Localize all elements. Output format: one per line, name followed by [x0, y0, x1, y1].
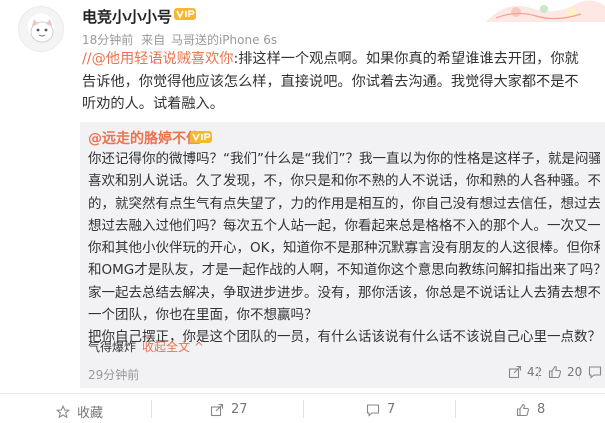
divider — [538, 366, 539, 380]
comment-icon — [366, 403, 380, 417]
quoted-line: 一个团队，你也在里面，你不想赢吗？ — [88, 307, 318, 324]
post-body: //@他用轻语说贼喜欢你:排这样一个观点啊。如果你真的希望谁谁去开团，你就 告诉… — [82, 48, 592, 116]
favorite-button[interactable]: 收藏 — [56, 402, 103, 421]
divider — [455, 400, 456, 418]
vip-badge-icon — [190, 131, 212, 143]
comment-icon — [588, 366, 602, 379]
quoted-like-count: 20 — [567, 365, 583, 379]
action-bar: 收藏 27 7 8 — [0, 394, 605, 423]
mention-link[interactable]: @他用轻语说贼喜欢你 — [92, 51, 234, 67]
quoted-line: 喜欢和别人说话。久了发现，不，你只是和你不熟的人不说话，你和熟的人各种骚。不知怎… — [88, 173, 600, 190]
quoted-footer: 气得爆炸 收起全文 ^ — [88, 338, 204, 355]
comment-button[interactable]: 7 — [366, 402, 395, 417]
quoted-username[interactable]: @远走的胳婷不住 — [88, 128, 200, 148]
post-body-line: :排这样一个观点啊。如果你真的希望谁谁去开团，你就 — [233, 51, 579, 67]
repost-slashes: // — [82, 51, 92, 67]
share-button[interactable]: 27 — [210, 402, 248, 417]
collapse-button[interactable]: 收起全文 — [142, 340, 190, 354]
like-count: 8 — [537, 402, 546, 417]
quoted-line: 你还记得你的微博吗？“我们”什么是“我们”？我一直以为你的性格是这样子，就是闷骚… — [88, 151, 600, 167]
avatar[interactable] — [18, 6, 64, 52]
quoted-stats: 42 7 — [80, 362, 605, 384]
quoted-comment-button[interactable]: 7 — [588, 365, 605, 379]
share-count: 27 — [231, 402, 248, 417]
quoted-like-button[interactable]: 20 — [548, 365, 582, 379]
post-meta: 18分钟前 来自 马哥送的iPhone 6s — [82, 31, 277, 48]
quoted-line: 的，就突然有点生气有点失望了，力的作用是相互的，你自己没有想过去信任，想过去沟通… — [88, 195, 600, 212]
quoted-post: @远走的胳婷不住 你还记得你的微博吗？“我们”什么是“我们”？我一直以为你的性格… — [80, 122, 605, 388]
quoted-line: 想过去融入过他们吗？每次五个人站一起，你看起来总是格格不入的那个人。一次又一次知… — [88, 217, 600, 234]
quoted-line: 和OMG才是队友，才是一起作战的人啊，不知道你这个意思向教练问解扣指出来了吗？有… — [88, 262, 600, 279]
post-body-line: 听劝的人。试着融入。 — [82, 96, 224, 112]
quoted-text: 你还记得你的微博吗？“我们”什么是“我们”？我一直以为你的性格是这样子，就是闷骚… — [88, 148, 600, 349]
quoted-line: 家一起去总结去解决，争取进步进步。没有，那你活该，你总是不说话让人去猜去想不累吗… — [88, 284, 600, 301]
divider — [303, 400, 304, 418]
post-source-prefix: 来自 — [141, 33, 166, 47]
quoted-footer-text: 气得爆炸 — [88, 340, 137, 354]
share-icon — [210, 403, 224, 416]
post-body-line: 告诉他，你觉得他应该怎么样，直接说吧。你试着去沟通。我觉得大家都不是不 — [82, 73, 579, 90]
post-source[interactable]: 马哥送的iPhone 6s — [171, 33, 277, 47]
like-icon — [548, 365, 562, 379]
quoted-share-count: 42 — [527, 365, 543, 379]
star-icon — [56, 404, 70, 418]
share-icon — [508, 365, 522, 379]
favorite-label: 收藏 — [77, 406, 104, 421]
comment-count: 7 — [387, 402, 396, 417]
vip-badge-icon — [174, 8, 196, 20]
quoted-line: 你和其他小伙伴玩的开心，OK，知道你不是那种沉默寡言没有朋友的人这很棒。但你和他… — [88, 240, 600, 257]
like-button[interactable]: 8 — [516, 402, 545, 417]
chevron-up-icon[interactable]: ^ — [194, 340, 204, 354]
post-username[interactable]: 电竞小小小号 — [82, 6, 172, 27]
divider — [151, 400, 152, 418]
corner-decoration — [486, 0, 605, 22]
like-icon — [516, 403, 530, 416]
post-time[interactable]: 18分钟前 — [82, 33, 133, 47]
